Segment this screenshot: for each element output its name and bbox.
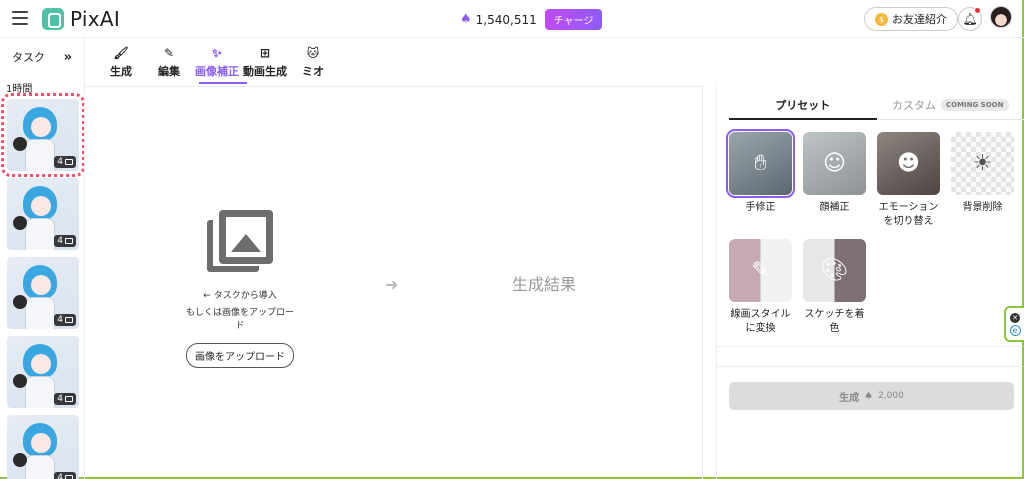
canvas-area: ← タスクから導入 もしくは画像をアップロード 画像をアップロード ➜ 生成結果 (85, 86, 703, 479)
brush-icon: 🖌︎ (113, 45, 129, 60)
tool-tabs: 🖌︎ 生成 ✎ 編集 ✨︎ 画像補正 ⊞ 動画生成 🐱︎ ミオ (85, 38, 337, 86)
image-count-badge: 4 (54, 472, 76, 479)
pencil-icon: ✎ (163, 45, 175, 60)
pixai-logo-icon (42, 8, 64, 30)
upload-image-button[interactable]: 画像をアップロード (186, 343, 294, 368)
enhance-panel: プリセット カスタム COMING SOON ✋︎ 手修正 ☺︎ 顔補正 ☻ エ… (716, 86, 1024, 479)
notification-dot (975, 8, 980, 13)
task-thumbnail[interactable]: 4 (7, 178, 79, 250)
cat-icon: 🐱︎ (306, 45, 320, 60)
image-icon (65, 159, 73, 165)
coming-soon-badge: COMING SOON (940, 98, 1009, 111)
charge-button[interactable]: チャージ (544, 9, 603, 30)
tab-video-generate[interactable]: ⊞ 動画生成 (241, 38, 289, 86)
bell-icon: 🔔︎ (962, 12, 978, 26)
divider (717, 366, 1023, 367)
smile-icon: ☺︎ (823, 151, 846, 176)
import-from-task-text: ← タスクから導入 (203, 291, 277, 301)
invite-friends-button[interactable]: $ お友達紹介 (864, 7, 958, 31)
preset-remove-background[interactable]: ☀︎ 背景削除 (951, 132, 1014, 229)
tab-edit[interactable]: ✎ 編集 (145, 38, 193, 86)
tab-custom[interactable]: カスタム COMING SOON (877, 90, 1024, 119)
task-thumbnail[interactable]: 4 (1, 93, 84, 177)
extension-e-icon[interactable]: e (1009, 324, 1021, 336)
generate-button[interactable]: 生成 ♠ 2,000 (729, 382, 1014, 410)
menu-icon[interactable] (12, 11, 28, 25)
tab-preset[interactable]: プリセット (729, 90, 877, 120)
app-name: PixAI (70, 7, 121, 31)
image-icon (65, 238, 73, 244)
gallery-icon (207, 210, 273, 276)
credit-amount: 1,540,511 (475, 12, 537, 27)
credits-display: ♠ 1,540,511 チャージ (460, 9, 603, 30)
magic-wand-icon: ✨︎ (212, 45, 222, 60)
preset-emotion-switch[interactable]: ☻ エモーションを切り替え (877, 132, 940, 229)
credit-icon: ♠ (864, 390, 874, 402)
image-count-badge: 4 (54, 156, 76, 168)
arrow-right-icon: ➜ (385, 275, 399, 294)
pen-icon: ✎ (751, 258, 770, 283)
tab-mio[interactable]: 🐱︎ ミオ (289, 38, 337, 86)
preset-lineart-style[interactable]: ✎ 線画スタイルに変換 (729, 239, 792, 336)
preset-hand-fix[interactable]: ✋︎ 手修正 (726, 129, 795, 229)
image-count-badge: 4 (54, 393, 76, 405)
result-placeholder: 生成結果 (512, 275, 577, 294)
coin-icon: $ (875, 12, 888, 26)
expand-chevron-icon[interactable]: » (64, 50, 72, 65)
tab-generate[interactable]: 🖌︎ 生成 (97, 38, 145, 86)
generate-cost: 2,000 (878, 391, 904, 401)
preset-grid: ✋︎ 手修正 ☺︎ 顔補正 ☻ エモーションを切り替え ☀︎ 背景削除 ✎ 線画… (726, 129, 1019, 336)
task-sidebar: タスク » 1時間 4 4 4 4 4 (0, 38, 85, 479)
task-thumbnail[interactable]: 4 (7, 336, 79, 408)
task-sidebar-title: タスク (12, 51, 45, 64)
hand-icon: ✋︎ (754, 151, 767, 176)
task-sidebar-header: タスク » (0, 38, 84, 76)
close-icon[interactable]: ✕ (1010, 312, 1020, 323)
image-icon (65, 475, 73, 479)
divider (717, 346, 1023, 347)
tab-image-enhance[interactable]: ✨︎ 画像補正 (193, 38, 247, 86)
remove-bg-icon: ☀︎ (972, 151, 993, 176)
credit-icon: ♠ (460, 12, 472, 27)
image-icon (65, 317, 73, 323)
panel-tabs: プリセット カスタム COMING SOON (729, 90, 1024, 120)
upload-area[interactable]: ← タスクから導入 もしくは画像をアップロード 画像をアップロード (185, 202, 295, 368)
notification-button[interactable]: 🔔︎ (958, 7, 982, 31)
task-thumbnail[interactable]: 4 (7, 257, 79, 329)
image-count-badge: 4 (54, 235, 76, 247)
user-avatar[interactable] (990, 6, 1012, 28)
logo[interactable]: PixAI (42, 7, 120, 31)
image-icon (65, 396, 73, 402)
upload-hint-text: もしくは画像をアップロード (185, 308, 294, 331)
preset-colorize-sketch[interactable]: 🎨︎ スケッチを着色 (803, 239, 866, 336)
task-thumbnail[interactable]: 4 (7, 415, 79, 479)
invite-label: お友達紹介 (892, 13, 947, 26)
image-count-badge: 4 (54, 314, 76, 326)
side-widget: ✕ e (1004, 306, 1024, 342)
time-group-label: 1時間 (6, 84, 33, 95)
preset-face-fix[interactable]: ☺︎ 顔補正 (803, 132, 866, 229)
video-add-icon: ⊞ (259, 45, 271, 60)
top-bar: PixAI ♠ 1,540,511 チャージ $ お友達紹介 🔔︎ (0, 0, 1024, 38)
palette-icon: 🎨︎ (820, 258, 849, 283)
emotion-icon: ☻ (897, 151, 920, 176)
